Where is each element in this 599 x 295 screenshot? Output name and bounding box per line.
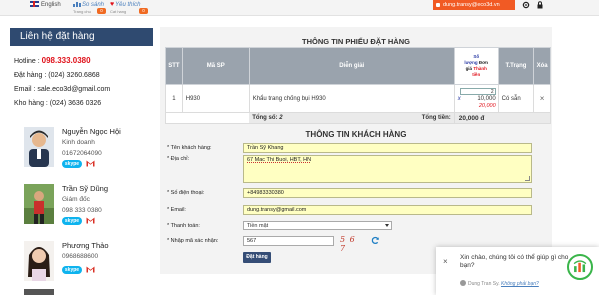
favorite-count-badge: 0: [139, 8, 148, 14]
contact-avatar: [24, 289, 54, 295]
order-table-header: STT Mã SP Diễn giải Số lượng Đơn giá Thà…: [165, 47, 551, 85]
contact-avatar: [24, 127, 54, 167]
heart-icon: ♥: [110, 1, 115, 8]
captcha-image: 5 6 7: [340, 235, 356, 253]
skype-button[interactable]: skype: [62, 160, 82, 168]
gmail-icon[interactable]: [86, 217, 95, 224]
language-switch[interactable]: English: [30, 1, 61, 8]
compare-count-badge: 0: [97, 8, 106, 14]
captcha-input[interactable]: 567: [243, 236, 334, 246]
user-account-button[interactable]: dung.transy@eco3d.vn: [433, 0, 515, 10]
email-field[interactable]: dung.transy@gmail.com: [243, 205, 532, 215]
table-row: 1 H930 Khẩu trang chống bụi H930 2 x 10,0…: [165, 84, 551, 113]
delete-item-button[interactable]: ×: [533, 84, 551, 113]
order-table: STT Mã SP Diễn giải Số lượng Đơn giá Thà…: [165, 47, 552, 124]
uk-flag-icon: [30, 1, 39, 7]
order-total-row: Tổng số: 2 Tổng tiền: 20,000 đ: [165, 112, 552, 124]
customer-name-field[interactable]: Trần Sỹ Khang: [243, 143, 532, 153]
email-line: Email : sale.eco3d@gmail.com: [14, 86, 111, 93]
hotline-number[interactable]: 098.333.0380: [42, 56, 91, 65]
contact-avatar: [24, 241, 54, 281]
payment-select[interactable]: Tiền mặt: [243, 221, 392, 230]
order-phone-line: Đặt hàng : (024) 3260.6868: [14, 72, 100, 79]
order-title: THÔNG TIN PHIẾU ĐẶT HÀNG: [302, 37, 410, 46]
phone-field[interactable]: +84983330380: [243, 188, 532, 198]
gmail-icon[interactable]: [86, 160, 95, 167]
bar-chart-icon: [73, 2, 81, 7]
warehouse-phone-line: Kho hàng : (024) 3636 0326: [14, 100, 102, 107]
chat-message: Xin chào, chúng tôi có thể giúp gì cho b…: [460, 254, 569, 269]
quantity-input[interactable]: 2: [459, 87, 496, 95]
hotline-line: Hotline : 098.333.0380: [14, 56, 91, 65]
resize-grip-icon[interactable]: [525, 176, 530, 181]
customer-info-title: THÔNG TIN KHÁCH HÀNG: [305, 130, 407, 139]
contact-avatar: [24, 184, 54, 224]
place-order-button[interactable]: Đặt hàng: [243, 252, 271, 263]
settings-icon[interactable]: [522, 1, 530, 9]
skype-button[interactable]: skype: [62, 217, 82, 225]
refresh-icon[interactable]: [371, 236, 380, 245]
qty-price-column-header: Số lượng Đơn giá Thành tiền: [453, 47, 499, 85]
sidebar-title: Liên hệ đặt hàng: [10, 28, 153, 46]
skype-button[interactable]: skype: [62, 266, 82, 274]
total-money: 20,000 đ: [453, 112, 552, 124]
top-bar: English So sánh Trang chu 0 ♥Yêu thích C…: [0, 0, 599, 16]
compare-link[interactable]: So sánh Trang chu: [73, 1, 104, 14]
contact-card: Phương Thảo 0968688600 skype: [14, 241, 154, 293]
address-textarea[interactable]: 67 Mac Thi Buoi, HBT, HN: [243, 155, 532, 183]
qty-price-cell: 2 x 10,000 20,000: [453, 84, 499, 113]
contact-card: Nguyễn Ngọc Hội Kinh doanh 01672064090 s…: [14, 127, 154, 179]
lock-icon[interactable]: [536, 1, 544, 9]
close-icon[interactable]: ×: [443, 257, 448, 266]
chevron-down-icon: [385, 224, 389, 227]
chat-footer: Dung Tran Sy. Không phải bạn?: [460, 280, 539, 287]
chat-brand-icon[interactable]: [567, 254, 593, 280]
gmail-icon[interactable]: [86, 266, 95, 273]
not-you-link[interactable]: Không phải bạn?: [501, 281, 539, 287]
agent-avatar: [460, 280, 466, 286]
favorite-link[interactable]: ♥Yêu thích Cat hang: [110, 1, 141, 14]
contact-card: Trần Sỹ Dũng Giám đốc 098 333 0380 skype: [14, 184, 154, 236]
